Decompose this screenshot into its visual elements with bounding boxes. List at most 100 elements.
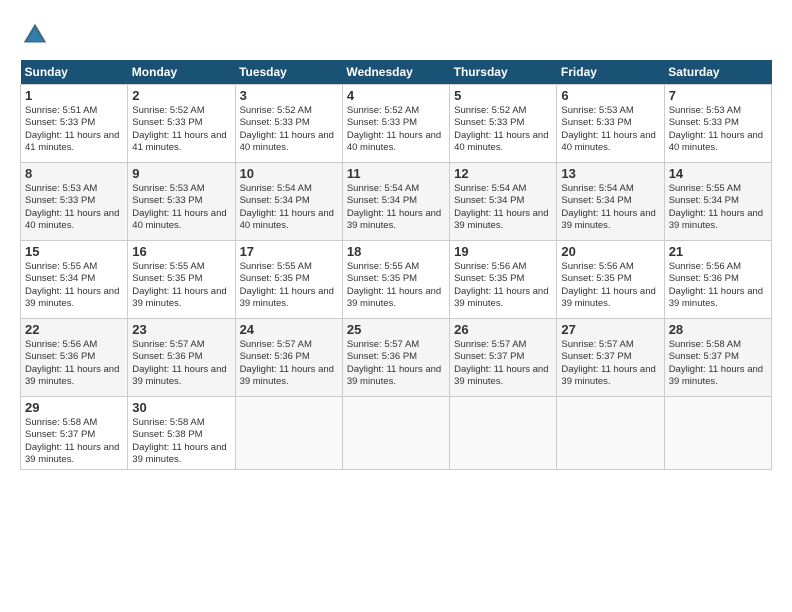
calendar-day-21: 21 Sunrise: 5:56 AM Sunset: 5:36 PM Dayl… [664,241,771,319]
day-number: 17 [240,244,338,259]
calendar-day-24: 24 Sunrise: 5:57 AM Sunset: 5:36 PM Dayl… [235,319,342,397]
day-info: Sunrise: 5:57 AM Sunset: 5:36 PM Dayligh… [347,339,445,388]
daylight-label: Daylight: 11 hours and 39 minutes. [240,364,334,387]
calendar-week-5: 29 Sunrise: 5:58 AM Sunset: 5:37 PM Dayl… [21,397,772,470]
sunset-label: Sunset: 5:34 PM [240,195,310,206]
daylight-label: Daylight: 11 hours and 39 minutes. [240,286,334,309]
sunrise-label: Sunrise: 5:57 AM [132,339,204,350]
daylight-label: Daylight: 11 hours and 39 minutes. [454,208,548,231]
calendar-day-17: 17 Sunrise: 5:55 AM Sunset: 5:35 PM Dayl… [235,241,342,319]
sunrise-label: Sunrise: 5:56 AM [561,261,633,272]
daylight-label: Daylight: 11 hours and 39 minutes. [25,442,119,465]
day-header-wednesday: Wednesday [342,60,449,85]
logo [20,20,54,50]
sunrise-label: Sunrise: 5:57 AM [240,339,312,350]
sunrise-label: Sunrise: 5:53 AM [669,105,741,116]
sunrise-label: Sunrise: 5:54 AM [347,183,419,194]
calendar-header-row: SundayMondayTuesdayWednesdayThursdayFrid… [21,60,772,85]
day-number: 2 [132,88,230,103]
daylight-label: Daylight: 11 hours and 39 minutes. [669,208,763,231]
sunset-label: Sunset: 5:33 PM [132,195,202,206]
day-number: 23 [132,322,230,337]
day-info: Sunrise: 5:54 AM Sunset: 5:34 PM Dayligh… [561,183,659,232]
sunset-label: Sunset: 5:35 PM [347,273,417,284]
sunset-label: Sunset: 5:37 PM [25,429,95,440]
calendar-day-1: 1 Sunrise: 5:51 AM Sunset: 5:33 PM Dayli… [21,85,128,163]
daylight-label: Daylight: 11 hours and 39 minutes. [669,364,763,387]
sunset-label: Sunset: 5:33 PM [669,117,739,128]
day-number: 12 [454,166,552,181]
calendar-day-19: 19 Sunrise: 5:56 AM Sunset: 5:35 PM Dayl… [450,241,557,319]
calendar-day-10: 10 Sunrise: 5:54 AM Sunset: 5:34 PM Dayl… [235,163,342,241]
calendar-week-4: 22 Sunrise: 5:56 AM Sunset: 5:36 PM Dayl… [21,319,772,397]
daylight-label: Daylight: 11 hours and 41 minutes. [25,130,119,153]
daylight-label: Daylight: 11 hours and 39 minutes. [561,286,655,309]
calendar-day-15: 15 Sunrise: 5:55 AM Sunset: 5:34 PM Dayl… [21,241,128,319]
day-info: Sunrise: 5:58 AM Sunset: 5:37 PM Dayligh… [25,417,123,466]
sunrise-label: Sunrise: 5:52 AM [240,105,312,116]
sunrise-label: Sunrise: 5:53 AM [132,183,204,194]
sunrise-label: Sunrise: 5:57 AM [347,339,419,350]
calendar-table: SundayMondayTuesdayWednesdayThursdayFrid… [20,60,772,470]
day-info: Sunrise: 5:54 AM Sunset: 5:34 PM Dayligh… [454,183,552,232]
daylight-label: Daylight: 11 hours and 40 minutes. [454,130,548,153]
sunset-label: Sunset: 5:36 PM [132,351,202,362]
calendar-day-23: 23 Sunrise: 5:57 AM Sunset: 5:36 PM Dayl… [128,319,235,397]
sunset-label: Sunset: 5:36 PM [25,351,95,362]
sunrise-label: Sunrise: 5:56 AM [669,261,741,272]
day-info: Sunrise: 5:54 AM Sunset: 5:34 PM Dayligh… [240,183,338,232]
sunset-label: Sunset: 5:35 PM [240,273,310,284]
day-info: Sunrise: 5:52 AM Sunset: 5:33 PM Dayligh… [454,105,552,154]
sunrise-label: Sunrise: 5:56 AM [25,339,97,350]
calendar-day-18: 18 Sunrise: 5:55 AM Sunset: 5:35 PM Dayl… [342,241,449,319]
day-number: 25 [347,322,445,337]
day-info: Sunrise: 5:56 AM Sunset: 5:36 PM Dayligh… [669,261,767,310]
day-number: 5 [454,88,552,103]
day-number: 13 [561,166,659,181]
sunrise-label: Sunrise: 5:54 AM [240,183,312,194]
empty-cell [450,397,557,470]
sunrise-label: Sunrise: 5:55 AM [132,261,204,272]
sunrise-label: Sunrise: 5:54 AM [561,183,633,194]
sunset-label: Sunset: 5:33 PM [132,117,202,128]
calendar-day-14: 14 Sunrise: 5:55 AM Sunset: 5:34 PM Dayl… [664,163,771,241]
day-number: 30 [132,400,230,415]
calendar-day-16: 16 Sunrise: 5:55 AM Sunset: 5:35 PM Dayl… [128,241,235,319]
sunset-label: Sunset: 5:33 PM [25,195,95,206]
sunrise-label: Sunrise: 5:57 AM [454,339,526,350]
sunrise-label: Sunrise: 5:58 AM [669,339,741,350]
day-number: 16 [132,244,230,259]
daylight-label: Daylight: 11 hours and 39 minutes. [454,286,548,309]
day-info: Sunrise: 5:55 AM Sunset: 5:35 PM Dayligh… [132,261,230,310]
sunset-label: Sunset: 5:38 PM [132,429,202,440]
sunset-label: Sunset: 5:34 PM [669,195,739,206]
sunset-label: Sunset: 5:33 PM [240,117,310,128]
calendar-day-25: 25 Sunrise: 5:57 AM Sunset: 5:36 PM Dayl… [342,319,449,397]
daylight-label: Daylight: 11 hours and 40 minutes. [669,130,763,153]
calendar-day-3: 3 Sunrise: 5:52 AM Sunset: 5:33 PM Dayli… [235,85,342,163]
day-number: 8 [25,166,123,181]
day-info: Sunrise: 5:56 AM Sunset: 5:35 PM Dayligh… [454,261,552,310]
day-info: Sunrise: 5:58 AM Sunset: 5:37 PM Dayligh… [669,339,767,388]
day-number: 27 [561,322,659,337]
sunrise-label: Sunrise: 5:55 AM [669,183,741,194]
sunset-label: Sunset: 5:33 PM [25,117,95,128]
sunrise-label: Sunrise: 5:52 AM [132,105,204,116]
calendar-day-26: 26 Sunrise: 5:57 AM Sunset: 5:37 PM Dayl… [450,319,557,397]
day-info: Sunrise: 5:55 AM Sunset: 5:35 PM Dayligh… [347,261,445,310]
empty-cell [664,397,771,470]
daylight-label: Daylight: 11 hours and 39 minutes. [25,364,119,387]
calendar-week-3: 15 Sunrise: 5:55 AM Sunset: 5:34 PM Dayl… [21,241,772,319]
empty-cell [235,397,342,470]
day-header-thursday: Thursday [450,60,557,85]
day-info: Sunrise: 5:55 AM Sunset: 5:34 PM Dayligh… [669,183,767,232]
day-info: Sunrise: 5:52 AM Sunset: 5:33 PM Dayligh… [132,105,230,154]
day-header-saturday: Saturday [664,60,771,85]
day-header-sunday: Sunday [21,60,128,85]
calendar-day-13: 13 Sunrise: 5:54 AM Sunset: 5:34 PM Dayl… [557,163,664,241]
calendar-day-28: 28 Sunrise: 5:58 AM Sunset: 5:37 PM Dayl… [664,319,771,397]
day-info: Sunrise: 5:55 AM Sunset: 5:34 PM Dayligh… [25,261,123,310]
calendar-day-12: 12 Sunrise: 5:54 AM Sunset: 5:34 PM Dayl… [450,163,557,241]
day-number: 15 [25,244,123,259]
daylight-label: Daylight: 11 hours and 40 minutes. [240,208,334,231]
